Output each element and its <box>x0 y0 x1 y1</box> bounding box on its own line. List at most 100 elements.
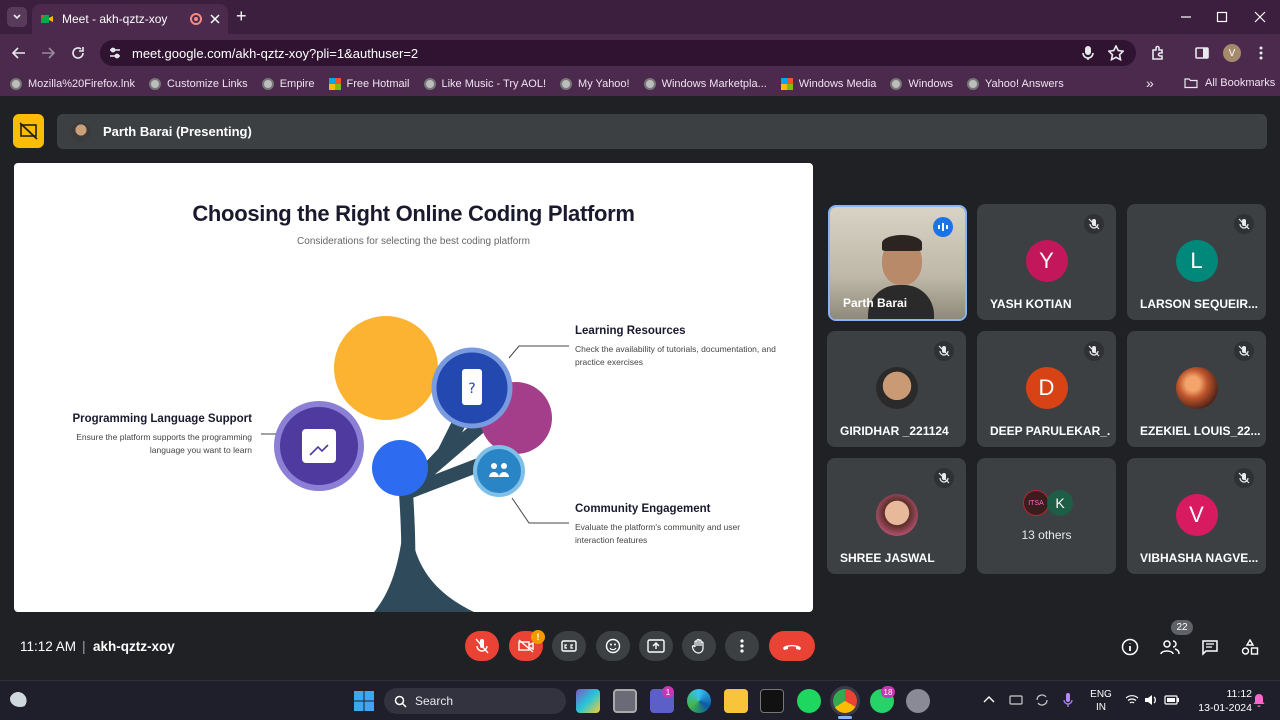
forward-arrow-icon[interactable] <box>40 45 56 61</box>
bookmark-label: Yahoo! Answers <box>985 78 1064 90</box>
more-options-button[interactable] <box>725 631 759 661</box>
people-icon[interactable] <box>1160 639 1180 655</box>
battery-icon[interactable] <box>1164 694 1180 706</box>
participant-name: VIBHASHA NAGVE... <box>1140 551 1259 565</box>
participant-name: YASH KOTIAN <box>990 297 1072 311</box>
presenter-bar: Parth Barai (Presenting) <box>57 114 1267 149</box>
file-explorer-icon[interactable] <box>724 689 748 713</box>
taskbar-clock[interactable]: 11:12 13-01-2024 <box>1188 687 1252 715</box>
meeting-code: akh-qztz-xoy <box>93 639 175 654</box>
bookmark-label: Empire <box>279 78 315 90</box>
taskbar-search-box[interactable]: Search <box>384 688 566 714</box>
new-tab-button[interactable]: + <box>236 6 247 27</box>
tab-title: Meet - akh-qztz-xoy <box>62 12 168 26</box>
browser-tab[interactable]: Meet - akh-qztz-xoy <box>32 4 228 34</box>
bookmark-item[interactable]: Free Hotmail <box>328 78 410 90</box>
people-count-badge: 22 <box>1171 620 1193 635</box>
wifi-icon[interactable] <box>1125 694 1139 706</box>
bookmark-item[interactable]: Windows Marketpla... <box>643 78 767 90</box>
participant-avatar: D <box>1025 367 1068 409</box>
bookmark-item[interactable]: Empire <box>261 78 315 90</box>
browser-menu-icon[interactable] <box>1258 45 1264 61</box>
windows-logo-icon <box>328 78 341 90</box>
weather-widget-icon[interactable] <box>10 691 30 707</box>
participant-name: EZEKIEL LOUIS_22... <box>1140 424 1260 438</box>
task-view-icon[interactable] <box>613 689 637 713</box>
captions-button[interactable] <box>552 631 586 661</box>
participant-tile-ezekiel[interactable]: EZEKIEL LOUIS_22... <box>1127 331 1266 447</box>
stop-presenting-button[interactable] <box>13 114 44 148</box>
windows-start-icon[interactable] <box>352 689 376 713</box>
show-hidden-icons-icon[interactable] <box>983 695 995 703</box>
url-text: meet.google.com/akh-qztz-xoy?pli=1&authu… <box>132 45 419 61</box>
spotify-icon[interactable] <box>797 689 821 713</box>
reactions-button[interactable] <box>596 631 630 661</box>
participant-tile-deep[interactable]: D DEEP PARULEKAR_... <box>977 331 1116 447</box>
presenter-label: Parth Barai (Presenting) <box>103 124 252 139</box>
bookmark-item[interactable]: Yahoo! Answers <box>967 78 1064 90</box>
notification-bell-icon[interactable] <box>1253 693 1265 707</box>
address-bar[interactable]: meet.google.com/akh-qztz-xoy?pli=1&authu… <box>100 40 1136 66</box>
profile-avatar[interactable]: V <box>1223 44 1241 62</box>
minimize-icon[interactable] <box>1180 11 1192 23</box>
camera-tray-icon[interactable] <box>1008 692 1024 708</box>
bookmark-item[interactable]: Mozilla%20Firefox.lnk <box>10 78 135 90</box>
chat-icon[interactable] <box>1201 639 1219 656</box>
settings-gear-icon[interactable] <box>906 689 930 713</box>
mic-off-icon <box>1234 341 1254 361</box>
present-now-button[interactable] <box>639 631 673 661</box>
learning-resources-text: Check the availability of tutorials, doc… <box>575 344 776 367</box>
bookmark-item[interactable]: Windows Media <box>780 78 877 90</box>
more-bookmarks-button[interactable]: » <box>1146 75 1154 91</box>
language-indicator[interactable]: ENG IN <box>1089 688 1113 714</box>
microphone-icon[interactable] <box>1081 45 1095 61</box>
terminal-icon[interactable] <box>760 689 784 713</box>
mic-off-icon <box>475 638 489 654</box>
raise-hand-button[interactable] <box>682 631 716 661</box>
bookmark-item[interactable]: My Yahoo! <box>560 78 630 90</box>
tab-search-button[interactable] <box>7 7 27 27</box>
mic-off-icon <box>934 468 954 488</box>
participant-tile-parth[interactable]: Parth Barai <box>828 205 967 321</box>
back-arrow-icon[interactable] <box>11 45 27 61</box>
bookmark-item[interactable]: Windows <box>890 78 953 90</box>
participant-tile-giridhar[interactable]: GIRIDHAR _221124 <box>827 331 966 447</box>
meeting-time: 11:12 AM <box>20 639 77 654</box>
bookmark-item[interactable]: Like Music - Try AOL! <box>423 78 546 90</box>
participant-tile-larson[interactable]: L LARSON SEQUEIR... <box>1127 204 1266 320</box>
volume-icon[interactable] <box>1144 693 1158 707</box>
edge-icon[interactable] <box>687 689 711 713</box>
mic-toggle-button[interactable] <box>465 631 499 661</box>
camera-warning-badge: ! <box>531 630 545 644</box>
extensions-icon[interactable] <box>1150 45 1166 61</box>
participant-tile-shree[interactable]: SHREE JASWAL <box>827 458 966 574</box>
mic-off-icon <box>1234 214 1254 234</box>
bookmark-label: Windows Media <box>798 78 877 90</box>
folder-icon <box>1184 78 1198 89</box>
all-bookmarks-button[interactable]: All Bookmarks <box>1184 77 1275 89</box>
hang-up-icon <box>783 645 801 650</box>
close-window-icon[interactable] <box>1254 11 1266 23</box>
language-code: ENG <box>1090 689 1112 700</box>
copilot-icon[interactable] <box>576 689 600 713</box>
close-tab-icon[interactable] <box>210 14 220 24</box>
others-avatar-badge: ITSA <box>1023 490 1049 516</box>
globe-icon <box>148 78 161 90</box>
participant-tile-yash[interactable]: Y YASH KOTIAN <box>977 204 1116 320</box>
globe-icon <box>890 78 903 90</box>
bookmark-item[interactable]: Customize Links <box>148 78 248 90</box>
maximize-icon[interactable] <box>1216 11 1228 23</box>
leave-call-button[interactable] <box>769 631 815 661</box>
activities-icon[interactable] <box>1241 638 1259 656</box>
reload-icon[interactable] <box>70 45 86 61</box>
meeting-info-icon[interactable] <box>1121 638 1139 656</box>
mic-tray-icon[interactable] <box>1062 692 1074 708</box>
participant-tile-others[interactable]: ITSA K 13 others <box>977 458 1116 574</box>
side-panel-icon[interactable] <box>1194 45 1210 61</box>
bookmark-label: Free Hotmail <box>346 78 410 90</box>
site-info-icon[interactable] <box>108 46 122 60</box>
participant-tile-vibhasha[interactable]: V VIBHASHA NAGVE... <box>1127 458 1266 574</box>
sync-tray-icon[interactable] <box>1034 692 1050 708</box>
bookmark-star-icon[interactable] <box>1108 45 1124 61</box>
chrome-icon[interactable] <box>833 689 857 713</box>
